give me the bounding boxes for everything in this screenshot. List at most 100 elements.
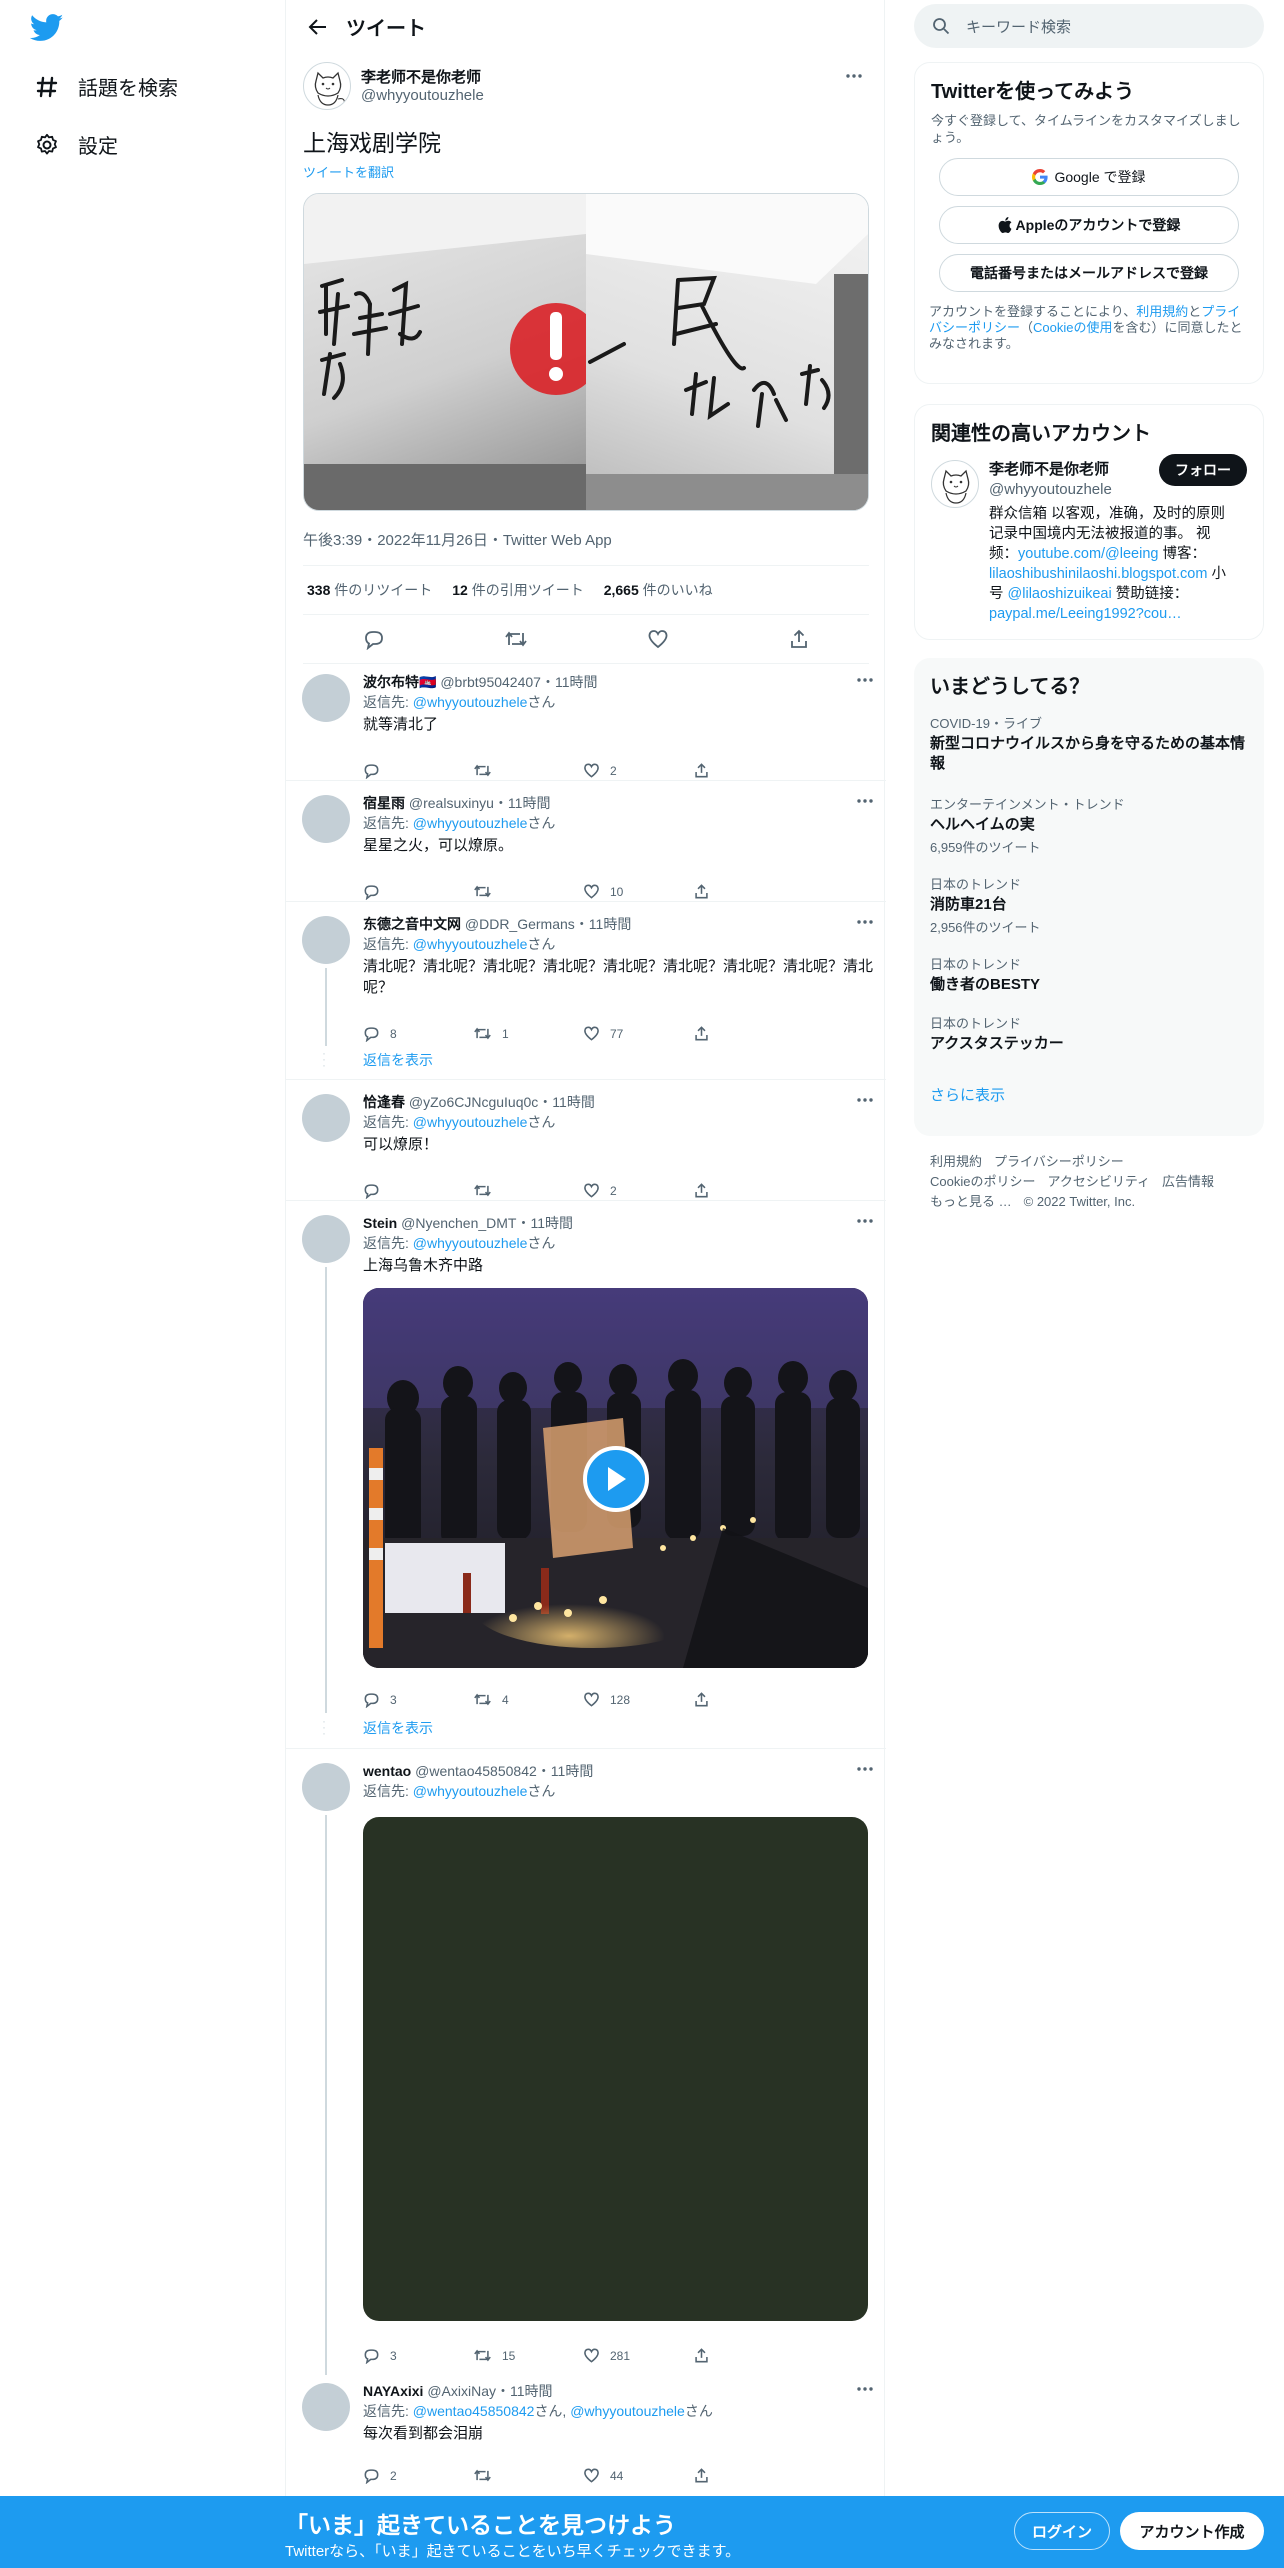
cookie-link[interactable]: Cookieの使用 (1033, 320, 1112, 335)
apple-signup-button[interactable]: Appleのアカウントで登録 (939, 206, 1239, 244)
like-icon[interactable]: 77 (583, 1025, 693, 1042)
share-icon[interactable] (788, 627, 810, 651)
media-photo-2[interactable] (586, 194, 868, 510)
reply-author-handle[interactable]: @yZo6CJNcguIuq0c (409, 1094, 538, 1110)
bio-link[interactable]: lilaoshibushinilaoshi.blogspot.com (989, 566, 1207, 582)
retweet-icon[interactable] (504, 627, 528, 651)
nav-settings[interactable]: 設定 (34, 130, 118, 159)
reply-author-handle[interactable]: @realsuxinyu (409, 795, 494, 811)
translate-link[interactable]: ツイートを翻訳 (303, 162, 869, 181)
reply-tweet[interactable]: 波尔布特🇰🇭 @brbt95042407・11時間 返信先: @whyyouto… (286, 660, 886, 781)
footer-link[interactable]: 広告情報 (1162, 1174, 1214, 1189)
avatar[interactable] (302, 2383, 350, 2431)
share-icon[interactable] (693, 1691, 803, 1708)
reply-author-name[interactable]: 波尔布特🇰🇭 (363, 674, 436, 690)
trend-item[interactable]: 日本のトレンド 消防車21台 2,956件のツイート (914, 868, 1264, 948)
phone-email-signup-button[interactable]: 電話番号またはメールアドレスで登録 (939, 254, 1239, 292)
reply-icon[interactable] (363, 762, 473, 779)
avatar[interactable] (303, 62, 351, 110)
reply-author-name[interactable]: 恰逢春 (363, 1094, 405, 1110)
terms-link[interactable]: 利用規約 (1136, 304, 1188, 319)
reply-media[interactable] (363, 1817, 868, 2321)
share-icon[interactable] (693, 2467, 803, 2484)
avatar[interactable] (302, 1094, 350, 1142)
retweet-count[interactable]: 338 件のリツイート (307, 580, 432, 600)
reply-author-handle[interactable]: @brbt95042407 (440, 674, 541, 690)
reply-icon[interactable]: 8 (363, 1025, 473, 1042)
reply-author-handle[interactable]: @wentao45850842 (415, 1763, 537, 1779)
reply-tweet[interactable]: 宿星雨 @realsuxinyu・11時間 返信先: @whyyoutouzhe… (286, 781, 886, 902)
avatar[interactable] (302, 674, 350, 722)
bio-link[interactable]: paypal.me/Leeing1992?cou… (989, 606, 1182, 622)
reply-icon[interactable]: 3 (363, 2347, 473, 2364)
follow-button[interactable]: フォロー (1159, 454, 1247, 486)
author-handle[interactable]: @whyyoutouzhele (361, 87, 484, 104)
reply-video[interactable] (363, 1288, 868, 1668)
reply-icon[interactable] (363, 883, 473, 900)
share-icon[interactable] (693, 762, 803, 779)
related-account[interactable]: 李老师不是你老师 @whyyoutouzhele 群众信箱 以客观，准确，及时的… (915, 446, 1263, 638)
reply-author-handle[interactable]: @Nyenchen_DMT (401, 1215, 516, 1231)
bio-link[interactable]: youtube.com/@leeing (1018, 546, 1158, 562)
reply-to-link[interactable]: @whyyoutouzhele (413, 1783, 528, 1799)
avatar[interactable] (931, 460, 979, 508)
reply-to-link[interactable]: @whyyoutouzhele (413, 694, 528, 710)
retweet-icon[interactable]: 1 (473, 1025, 583, 1042)
show-more-link[interactable]: さらに表示 (914, 1066, 1264, 1123)
share-icon[interactable] (693, 2347, 803, 2364)
nav-explore[interactable]: 話題を検索 (34, 72, 178, 101)
trend-item[interactable]: COVID-19・ライブ 新型コロナウイルスから身を守るための基本情報 (914, 699, 1264, 786)
twitter-bird-icon[interactable] (29, 14, 64, 44)
like-icon[interactable] (647, 627, 669, 651)
trend-item[interactable]: エンターテインメント・トレンド ヘルヘイムの実 6,959件のツイート (914, 786, 1264, 868)
like-icon[interactable]: 128 (583, 1691, 693, 1708)
reply-author-name[interactable]: wentao (363, 1763, 411, 1779)
avatar[interactable] (302, 1215, 350, 1263)
share-icon[interactable] (693, 883, 803, 900)
retweet-icon[interactable]: 15 (473, 2347, 583, 2364)
media-photo-1[interactable] (304, 194, 602, 510)
like-icon[interactable]: 10 (583, 883, 693, 900)
reply-time[interactable]: ・11時間 (517, 1215, 574, 1231)
google-signup-button[interactable]: Google で登録 (939, 158, 1239, 196)
retweet-icon[interactable] (473, 883, 583, 900)
avatar[interactable] (302, 916, 350, 964)
reply-time[interactable]: ・11時間 (537, 1763, 594, 1779)
share-icon[interactable] (693, 1025, 803, 1042)
retweet-icon[interactable] (473, 2467, 583, 2484)
footer-link[interactable]: 利用規約 (930, 1154, 982, 1169)
reply-icon[interactable] (363, 1182, 473, 1199)
back-arrow-icon[interactable] (298, 7, 338, 47)
like-icon[interactable]: 2 (583, 1182, 693, 1199)
search-input[interactable]: キーワード検索 (914, 4, 1264, 48)
reply-to-link[interactable]: @whyyoutouzhele (413, 1114, 528, 1130)
play-button[interactable] (583, 1446, 649, 1512)
reply-tweet[interactable]: 东德之音中文网 @DDR_Germans・11時間 返信先: @whyyouto… (286, 902, 886, 1080)
tweet-timestamp[interactable]: 午後3:39・2022年11月26日・Twitter Web App (303, 529, 869, 551)
reply-time[interactable]: ・11時間 (538, 1094, 595, 1110)
like-icon[interactable]: 281 (583, 2347, 693, 2364)
reply-time[interactable]: ・11時間 (496, 2383, 553, 2399)
show-replies-link[interactable]: 返信を表示 (363, 1718, 433, 1738)
reply-to-link[interactable]: @wentao45850842 (413, 2403, 535, 2419)
avatar[interactable] (302, 1763, 350, 1811)
reply-author-handle[interactable]: @DDR_Germans (465, 916, 575, 932)
footer-link[interactable]: アクセシビリティ (1047, 1174, 1150, 1189)
signup-button[interactable]: アカウント作成 (1120, 2512, 1264, 2550)
reply-tweet[interactable]: 恰逢春 @yZo6CJNcguIuq0c・11時間 返信先: @whyyouto… (286, 1080, 886, 1201)
reply-time[interactable]: ・11時間 (541, 674, 598, 690)
trend-item[interactable]: 日本のトレンド アクスタステッカー (914, 1007, 1264, 1066)
author-name[interactable]: 李老师不是你老师 (361, 66, 484, 87)
reply-tweet[interactable]: Stein @Nyenchen_DMT・11時間 返信先: @whyyoutou… (286, 1201, 886, 1749)
trend-item[interactable]: 日本のトレンド 働き者のBESTY (914, 948, 1264, 1007)
reply-to-link[interactable]: @whyyoutouzhele (413, 1235, 528, 1251)
footer-link[interactable]: プライバシーポリシー (994, 1154, 1124, 1169)
reply-to-link[interactable]: @whyyoutouzhele (413, 815, 528, 831)
quote-count[interactable]: 12 件の引用ツイート (452, 580, 583, 600)
like-count[interactable]: 2,665 件のいいね (604, 580, 713, 600)
retweet-icon[interactable] (473, 1182, 583, 1199)
show-replies-link[interactable]: 返信を表示 (363, 1050, 433, 1070)
bio-link[interactable]: @lilaoshizuikeai (1008, 586, 1112, 602)
retweet-icon[interactable]: 4 (473, 1691, 583, 1708)
more-icon[interactable] (839, 66, 869, 86)
